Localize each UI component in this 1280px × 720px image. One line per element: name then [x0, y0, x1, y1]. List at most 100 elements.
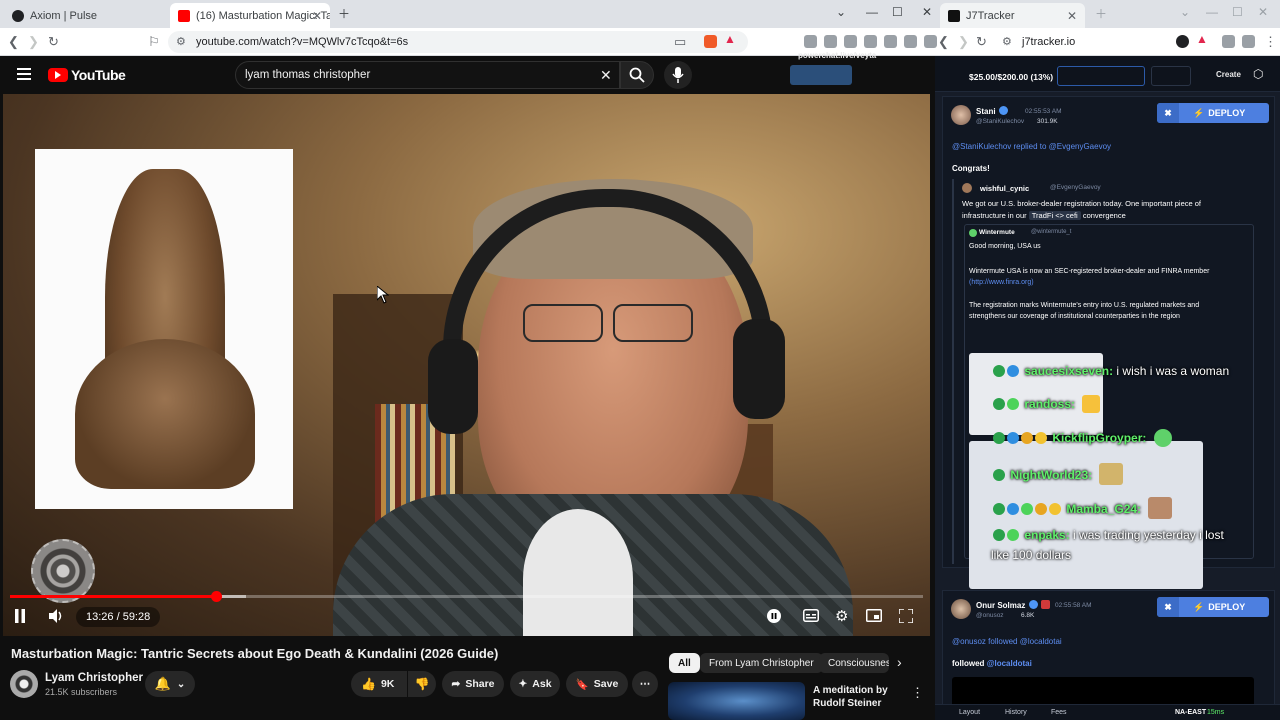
dislike-button[interactable]: 👎 — [408, 671, 436, 697]
autoplay-toggle-icon[interactable] — [767, 609, 781, 623]
clear-search-icon[interactable]: ✕ — [600, 67, 612, 84]
footer-history[interactable]: History — [1005, 709, 1027, 716]
chat-message: enpaks: i was trading yesterday i lost — [993, 528, 1224, 542]
close-window-icon[interactable]: ✕ — [922, 5, 932, 19]
chip-all[interactable]: All — [669, 653, 700, 673]
status-button[interactable] — [1057, 66, 1145, 86]
shield-icon[interactable] — [1176, 35, 1189, 48]
sidebar-icon[interactable] — [844, 35, 857, 48]
avatar[interactable] — [951, 105, 971, 125]
new-tab-icon[interactable]: ＋ — [338, 5, 350, 22]
triangle-extension-icon[interactable]: ▲ — [724, 32, 737, 46]
back-icon[interactable]: ❮ — [938, 34, 949, 50]
site-info-icon[interactable]: ⚙ — [176, 35, 186, 48]
address-bar[interactable]: ⚙ j7tracker.io — [994, 31, 1154, 53]
back-icon[interactable]: ❮ — [8, 34, 19, 50]
more-actions-button[interactable]: ⋯ — [632, 671, 658, 697]
reply-target[interactable]: @EvgenyGaevoy — [1049, 142, 1111, 151]
subscribed-notification-button[interactable]: 🔔 ⌄ — [145, 671, 195, 697]
address-bar[interactable]: ⚙ youtube.com/watch?v=MQWlv7cTcqo&t=6s — [168, 31, 748, 53]
tab-j7tracker[interactable]: J7Tracker ✕ — [940, 3, 1085, 28]
avatar[interactable] — [951, 599, 971, 619]
chip-consciousness[interactable]: Consciousnes — [819, 653, 889, 673]
progress-scrubber-handle[interactable] — [211, 591, 222, 602]
shield-icon[interactable] — [904, 35, 917, 48]
video-title: Masturbation Magic: Tantric Secrets abou… — [11, 646, 499, 661]
author-name[interactable]: Stani — [976, 107, 996, 116]
extension-icon[interactable] — [884, 35, 897, 48]
deploy-button[interactable]: ✖ ⚡ DEPLOY — [1157, 103, 1269, 123]
quote-tag: TradFi <> cefi — [1028, 211, 1081, 220]
quote-author[interactable]: wishful_cynic — [980, 184, 1029, 193]
reload-icon[interactable]: ↻ — [976, 34, 987, 50]
miniplayer-icon[interactable] — [866, 609, 882, 622]
channel-name[interactable]: Lyam Christopher — [45, 672, 143, 684]
close-window-icon[interactable]: ✕ — [1258, 5, 1268, 19]
chip-from-channel[interactable]: From Lyam Christopher — [700, 653, 823, 673]
nested-author[interactable]: Wintermute — [979, 229, 1015, 236]
follow-user[interactable]: @onusoz — [952, 637, 986, 646]
triangle-extension-icon[interactable]: ▲ — [1196, 32, 1209, 46]
new-tab-icon[interactable]: ＋ — [1095, 5, 1107, 22]
settings-gear-icon[interactable]: ⚙ — [835, 607, 848, 625]
tab-search-icon[interactable]: ⌄ — [836, 5, 846, 19]
maximize-icon[interactable]: ☐ — [1232, 5, 1243, 19]
subtitles-icon[interactable] — [803, 609, 819, 622]
footer-layout[interactable]: Layout — [959, 709, 980, 716]
body-target[interactable]: @localdotai — [987, 659, 1032, 668]
author-name[interactable]: Onur Solmaz — [976, 601, 1025, 610]
nested-link[interactable]: (http://www.finra.org) — [969, 277, 1209, 288]
like-button[interactable]: 👍 9K — [351, 671, 407, 697]
channel-avatar[interactable] — [10, 670, 38, 698]
forward-icon[interactable]: ❯ — [28, 34, 39, 50]
avatar[interactable] — [969, 229, 977, 237]
video-player[interactable] — [3, 94, 930, 636]
more-menu-icon[interactable]: ⋮ — [1264, 34, 1277, 50]
create-button[interactable]: Create — [1216, 70, 1241, 79]
reply-user[interactable]: @StaniKulechov — [952, 142, 1011, 151]
volume-icon[interactable] — [48, 608, 64, 624]
ask-button[interactable]: ✦ Ask — [510, 671, 560, 697]
filter-button[interactable] — [1151, 66, 1191, 86]
reload-icon[interactable]: ↻ — [48, 34, 59, 50]
search-input[interactable]: lyam thomas christopher ✕ — [235, 61, 620, 89]
bookmark-icon[interactable]: ⚐ — [148, 34, 160, 50]
pause-icon[interactable] — [14, 609, 26, 623]
share-button[interactable]: ➦ Share — [442, 671, 504, 697]
cast-icon[interactable]: ▭ — [674, 34, 686, 50]
extension-icon[interactable] — [864, 35, 877, 48]
youtube-logo[interactable]: YouTube — [48, 67, 126, 83]
site-info-icon[interactable]: ⚙ — [1002, 35, 1012, 48]
close-tab-icon[interactable]: ✕ — [1067, 9, 1077, 23]
sidebar-icon[interactable] — [1242, 35, 1255, 48]
recommended-more-icon[interactable]: ⋮ — [911, 685, 924, 701]
maximize-icon[interactable]: ☐ — [892, 5, 903, 19]
footer-fees[interactable]: Fees — [1051, 709, 1067, 716]
extension-icon[interactable] — [804, 35, 817, 48]
tab-axiom[interactable]: Axiom | Pulse — [4, 3, 170, 28]
deploy-button[interactable]: ✖ ⚡ DEPLOY — [1157, 597, 1269, 617]
tab-youtube[interactable]: (16) Masturbation Magic: Tant ✕ — [170, 3, 330, 28]
menu-icon[interactable] — [924, 35, 937, 48]
hamburger-menu-icon[interactable] — [17, 68, 31, 80]
tab-search-icon[interactable]: ⌄ — [1180, 5, 1190, 19]
close-tab-icon[interactable]: ✕ — [312, 9, 322, 23]
extension-icon[interactable] — [1222, 35, 1235, 48]
minimize-icon[interactable]: — — [866, 5, 878, 19]
fullscreen-icon[interactable] — [899, 609, 913, 623]
avatar[interactable] — [962, 183, 972, 193]
music-icon[interactable] — [824, 35, 837, 48]
progress-track[interactable] — [10, 591, 923, 602]
minimize-icon[interactable]: — — [1206, 5, 1218, 19]
brave-shield-icon[interactable] — [704, 35, 717, 48]
save-button[interactable]: 🔖 Save — [566, 671, 628, 697]
search-button[interactable] — [620, 61, 654, 89]
recommended-thumbnail[interactable] — [668, 682, 805, 720]
voice-search-button[interactable] — [664, 61, 692, 89]
verified-badge-icon — [999, 106, 1008, 115]
chevron-right-icon[interactable]: › — [897, 654, 902, 670]
forward-icon[interactable]: ❯ — [958, 34, 969, 50]
tracker-settings-icon[interactable]: ⬡ — [1253, 67, 1263, 81]
follow-target[interactable]: @localdotai — [1020, 637, 1062, 646]
recommended-title[interactable]: A meditation by Rudolf Steiner — [813, 684, 888, 710]
